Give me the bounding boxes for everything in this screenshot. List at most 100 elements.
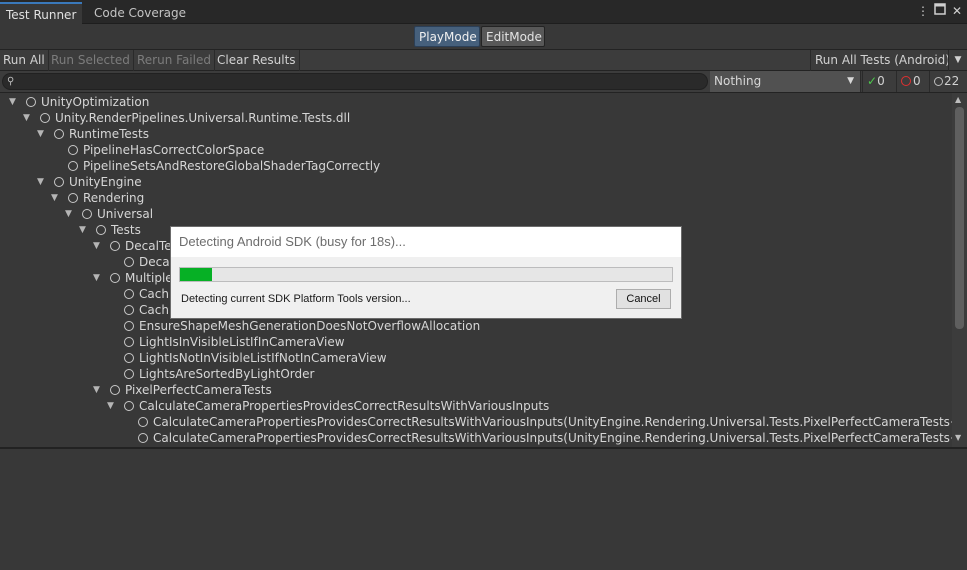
expand-arrow-icon[interactable]: ▼	[107, 398, 117, 414]
rerun-failed-button[interactable]: Rerun Failed	[134, 50, 215, 71]
tree-row-label: Cach	[139, 303, 169, 317]
tree-row-label: EnsureShapeMeshGenerationDoesNotOverflow…	[139, 319, 481, 333]
tree-row[interactable]: EnsureShapeMeshGenerationDoesNotOverflow…	[0, 318, 952, 334]
expand-arrow-icon[interactable]: ▼	[23, 110, 33, 126]
dialog-title: Detecting Android SDK (busy for 18s)...	[179, 234, 406, 249]
not-run-status-icon	[124, 257, 134, 267]
tree-row[interactable]: ▼ UnityOptimization	[0, 94, 952, 110]
not-run-status-icon	[124, 321, 134, 331]
more-icon[interactable]: ⋮	[916, 3, 930, 19]
tree-row[interactable]: PipelineHasCorrectColorSpace	[0, 142, 952, 158]
not-run-status-icon	[96, 225, 106, 235]
not-run-status-icon	[68, 193, 78, 203]
run-all-tests-android-button[interactable]: Run All Tests (Android)	[810, 50, 954, 71]
failed-icon	[901, 76, 911, 86]
dialog-message: Detecting current SDK Platform Tools ver…	[181, 293, 411, 305]
expand-arrow-icon[interactable]: ▼	[51, 190, 61, 206]
expand-arrow-icon[interactable]: ▼	[79, 222, 89, 238]
expand-arrow-icon[interactable]: ▼	[37, 126, 47, 142]
not-run-count: 22	[944, 74, 960, 88]
tree-row-label: Deca	[139, 255, 170, 269]
run-target-dropdown-icon[interactable]: ▼	[948, 50, 967, 71]
tree-row-label: Tests	[111, 223, 141, 237]
filter-bar: ⚲ Nothing ▼ ✓0 0 22	[0, 71, 967, 93]
tree-row[interactable]: ▼ Unity.RenderPipelines.Universal.Runtime…	[0, 110, 952, 126]
run-all-button[interactable]: Run All	[0, 50, 49, 71]
tree-row-label: LightsAreSortedByLightOrder	[139, 367, 315, 381]
not-run-status-icon	[68, 161, 78, 171]
tree-row-label: PipelineSetsAndRestoreGlobalShaderTagCor…	[83, 159, 381, 173]
tree-row-label: CalculateCameraPropertiesProvidesCorrect…	[153, 415, 952, 429]
not-run-status-icon	[124, 369, 134, 379]
not-run-status-icon	[110, 273, 120, 283]
expand-arrow-icon[interactable]: ▼	[93, 382, 103, 398]
run-selected-button[interactable]: Run Selected	[48, 50, 134, 71]
failed-count: 0	[913, 74, 921, 88]
scroll-down-icon[interactable]: ▼	[955, 433, 961, 442]
not-run-status-icon	[124, 353, 134, 363]
scroll-up-icon[interactable]: ▲	[955, 95, 961, 104]
progress-bar	[179, 267, 673, 282]
tree-row[interactable]: ▼ Rendering	[0, 190, 952, 206]
passed-count: 0	[877, 74, 885, 88]
tree-row[interactable]: ▼ PixelPerfectCameraTests	[0, 382, 952, 398]
checkmark-icon: ✓	[867, 74, 878, 88]
tree-row[interactable]: CalculateCameraPropertiesProvidesCorrect…	[0, 430, 952, 446]
tree-row-label: PipelineHasCorrectColorSpace	[83, 143, 265, 157]
tree-row[interactable]: CalculateCameraPropertiesProvidesCorrect…	[0, 414, 952, 430]
tree-row[interactable]: LightIsInVisibleListIfInCameraView	[0, 334, 952, 350]
tree-row-label: LightIsNotInVisibleListIfNotInCameraView	[139, 351, 387, 365]
not-run-status-icon	[54, 129, 64, 139]
mode-bar: PlayMode EditMode	[0, 24, 967, 48]
passed-filter-toggle[interactable]: ✓0	[862, 71, 895, 92]
toolbar: Run All Run Selected Rerun Failed Clear …	[0, 49, 967, 71]
tree-row-label: CalculateCameraPropertiesProvidesCorrect…	[153, 431, 952, 445]
not-run-status-icon	[124, 337, 134, 347]
editmode-tab[interactable]: EditMode	[481, 26, 545, 47]
expand-arrow-icon[interactable]: ▼	[37, 174, 47, 190]
not-run-status-icon	[138, 433, 148, 443]
vertical-scrollbar[interactable]: ▲ ▼	[952, 93, 967, 447]
search-icon: ⚲	[7, 76, 15, 87]
tab-code-coverage[interactable]: Code Coverage	[88, 2, 192, 24]
scrollbar-thumb[interactable]	[955, 107, 964, 329]
expand-arrow-icon[interactable]: ▼	[93, 270, 103, 286]
failed-filter-toggle[interactable]: 0	[896, 71, 928, 92]
expand-arrow-icon[interactable]: ▼	[65, 206, 75, 222]
playmode-tab[interactable]: PlayMode	[414, 26, 480, 47]
tree-row[interactable]: ▼ RuntimeTests	[0, 126, 952, 142]
chevron-down-icon: ▼	[847, 76, 854, 86]
clear-results-button[interactable]: Clear Results	[214, 50, 300, 71]
tree-row-label: Universal	[97, 207, 154, 221]
tree-row[interactable]: ▼ Universal	[0, 206, 952, 222]
not-run-status-icon	[124, 401, 134, 411]
tree-row[interactable]: LightsAreSortedByLightOrder	[0, 366, 952, 382]
tree-row[interactable]: ▼ CalculateCameraPropertiesProvidesCorrec…	[0, 398, 952, 414]
search-field[interactable]: ⚲	[2, 73, 708, 90]
tree-row-label: Cach	[139, 287, 169, 301]
tree-row-label: LightIsInVisibleListIfInCameraView	[139, 335, 345, 349]
not-run-filter-toggle[interactable]: 22	[929, 71, 967, 92]
category-value: Nothing	[714, 74, 762, 88]
not-run-status-icon	[68, 145, 78, 155]
expand-arrow-icon[interactable]: ▼	[93, 238, 103, 254]
not-run-status-icon	[110, 241, 120, 251]
maximize-icon[interactable]	[933, 3, 947, 19]
tree-row-label: RuntimeTests	[69, 127, 150, 141]
tab-test-runner[interactable]: Test Runner	[0, 2, 83, 24]
progress-bar-fill	[180, 268, 212, 281]
tree-row-label: DecalTe	[125, 239, 172, 253]
close-icon[interactable]: ✕	[950, 3, 964, 19]
not-run-status-icon	[124, 305, 134, 315]
tree-row[interactable]: ▼ UnityEngine	[0, 174, 952, 190]
expand-arrow-icon[interactable]: ▼	[9, 94, 19, 110]
test-details-pane	[0, 449, 967, 570]
category-dropdown[interactable]: Nothing ▼	[710, 71, 861, 92]
tree-row-label: UnityEngine	[69, 175, 142, 189]
cancel-button[interactable]: Cancel	[616, 289, 671, 309]
progress-dialog: Detecting Android SDK (busy for 18s)... …	[170, 226, 682, 319]
tree-row-label: PixelPerfectCameraTests	[125, 383, 272, 397]
not-run-status-icon	[110, 385, 120, 395]
tree-row[interactable]: LightIsNotInVisibleListIfNotInCameraView	[0, 350, 952, 366]
tree-row[interactable]: PipelineSetsAndRestoreGlobalShaderTagCor…	[0, 158, 952, 174]
